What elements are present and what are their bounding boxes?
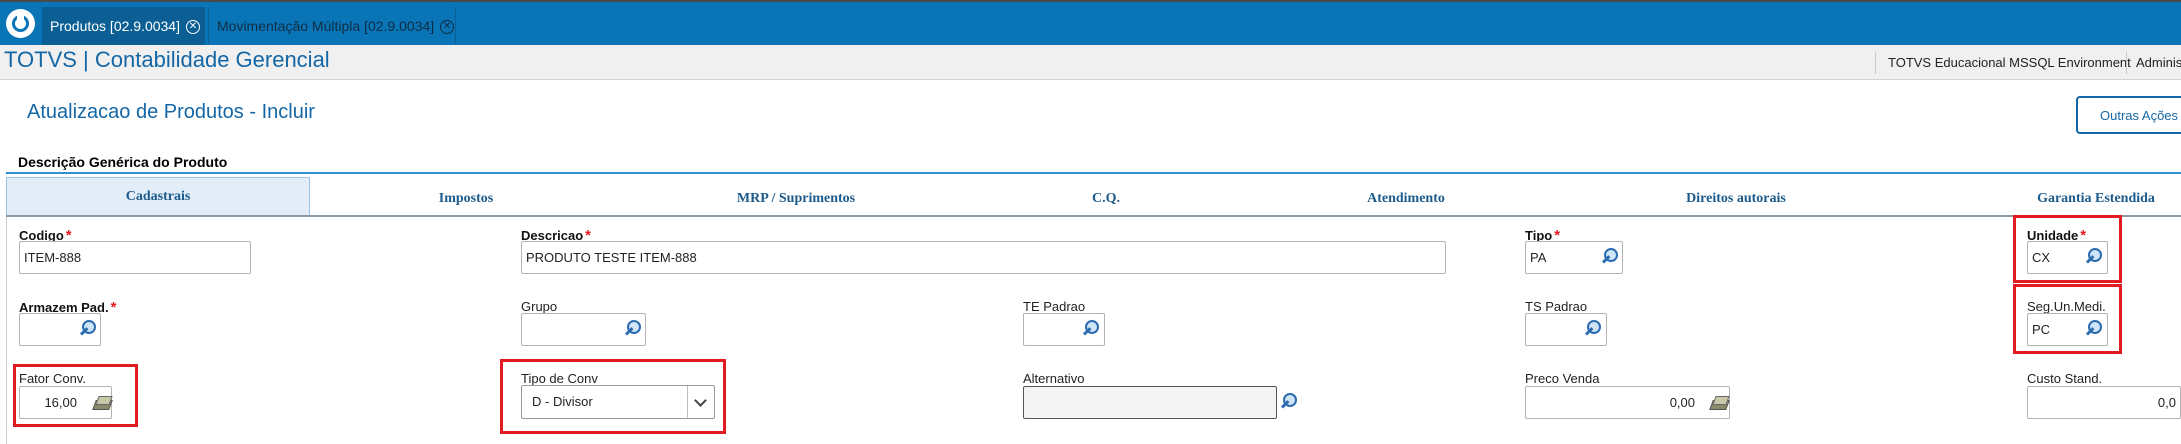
close-icon[interactable]: ✕ — [186, 20, 200, 35]
calculator-icon[interactable] — [1709, 394, 1729, 410]
tab-movimentacao-label: Movimentação Múltipla [02.9.0034] — [217, 18, 435, 34]
tab-movimentacao[interactable]: Movimentação Múltipla [02.9.0034] ✕ — [208, 7, 456, 45]
te-padrao-search-icon[interactable] — [1082, 318, 1104, 340]
tab-impostos[interactable]: Impostos — [366, 177, 566, 215]
ts-padrao-label: TS Padrao — [1525, 299, 1588, 314]
grupo-label: Grupo — [521, 299, 558, 314]
custo-stand-input[interactable] — [2027, 386, 2181, 419]
tab-mrp-suprimentos[interactable]: MRP / Suprimentos — [686, 177, 906, 215]
close-icon[interactable]: ✕ — [440, 20, 455, 35]
app-title: TOTVS | Contabilidade Gerencial — [4, 47, 330, 72]
window-tab-bar: Produtos [02.9.0034] ✕ Movimentação Múlti… — [0, 0, 2181, 45]
section-divider — [6, 172, 2181, 174]
preco-venda-label: Preco Venda — [1525, 371, 1600, 386]
descricao-input[interactable] — [521, 241, 1446, 274]
tab-produtos[interactable]: Produtos [02.9.0034] ✕ — [42, 7, 205, 45]
tab-direitos-autorais[interactable]: Direitos autorais — [1626, 177, 1846, 215]
tab-produtos-label: Produtos [02.9.0034] — [50, 18, 180, 34]
unidade-highlight — [2013, 215, 2122, 283]
tipo-conv-highlight — [500, 359, 726, 434]
user-label[interactable]: Administ — [2126, 52, 2181, 74]
alternativo-label: Alternativo — [1023, 371, 1085, 386]
app-header: TOTVS | Contabilidade Gerencial TOTVS Ed… — [0, 45, 2181, 80]
alternativo-input[interactable] — [1023, 386, 1277, 419]
custo-stand-label: Custo Stand. — [2027, 371, 2103, 386]
section-title: Descrição Genérica do Produto — [18, 154, 228, 170]
page-title: Atualizacao de Produtos - Incluir — [27, 101, 315, 123]
environment-label[interactable]: TOTVS Educacional MSSQL Environment — [1875, 52, 2131, 74]
folder-tabs: Cadastrais Impostos MRP / Suprimentos C.… — [6, 177, 2181, 217]
grupo-search-icon[interactable] — [624, 318, 646, 340]
armazem-search-icon[interactable] — [79, 318, 101, 340]
ts-padrao-search-icon[interactable] — [1584, 318, 1606, 340]
tipo-search-icon[interactable] — [1601, 246, 1623, 268]
codigo-input[interactable] — [19, 241, 251, 274]
seg-un-highlight — [2013, 284, 2122, 354]
totvs-logo-icon[interactable] — [6, 9, 35, 38]
preco-venda-input[interactable] — [1525, 386, 1730, 419]
fator-conv-highlight — [13, 364, 138, 427]
tab-cq[interactable]: C.Q. — [1046, 177, 1166, 215]
outras-acoes-button[interactable]: Outras Ações — [2076, 96, 2181, 134]
alternativo-search-icon[interactable] — [1280, 391, 1302, 413]
tab-atendimento[interactable]: Atendimento — [1306, 177, 1506, 215]
tab-cadastrais[interactable]: Cadastrais — [6, 177, 310, 215]
tab-garantia-estendida[interactable]: Garantia Estendida — [1996, 177, 2181, 215]
required-marker: * — [110, 299, 117, 316]
te-padrao-label: TE Padrao — [1023, 299, 1086, 314]
